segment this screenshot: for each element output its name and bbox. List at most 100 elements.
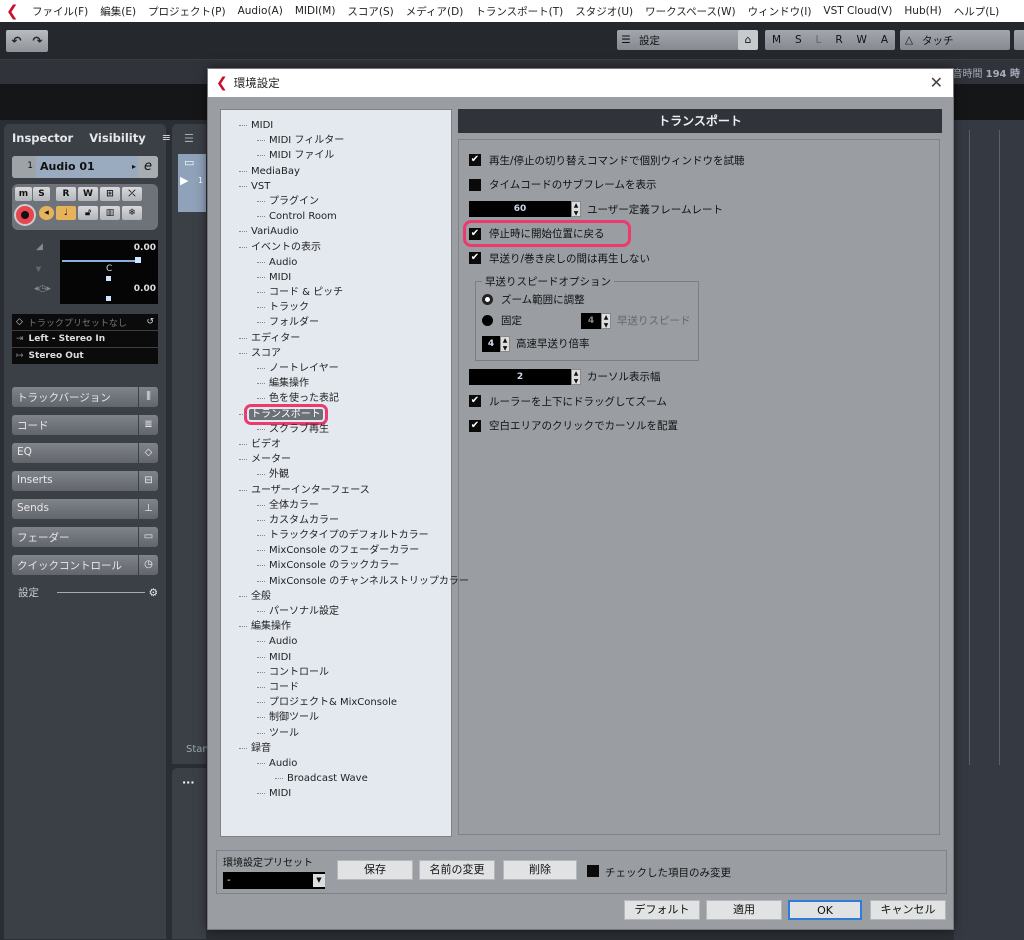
read-automation-button[interactable]: R xyxy=(56,187,76,201)
tree-item[interactable]: ツール xyxy=(221,726,451,741)
output-routing-field[interactable]: ↦ Stereo Out xyxy=(12,348,158,365)
menu-project[interactable]: プロジェクト(P) xyxy=(148,4,226,19)
menu-file[interactable]: ファイル(F) xyxy=(32,4,88,19)
tree-item[interactable]: 全般 xyxy=(221,589,451,604)
track-header[interactable]: 1 Audio 01 ▸ e xyxy=(12,156,158,178)
option-no-play-while-wind[interactable]: ✔ 早送り/巻き戻しの間は再生しない xyxy=(469,246,929,271)
lanes-icon[interactable]: ▥ xyxy=(100,206,120,220)
preset-select[interactable]: - ▼ xyxy=(223,872,325,889)
tree-item[interactable]: MIDI xyxy=(221,786,451,801)
edit-channel-button[interactable]: e xyxy=(138,156,158,178)
spin-value[interactable]: 4 xyxy=(581,312,601,329)
tree-item[interactable]: コード & ピッチ xyxy=(221,285,451,300)
track-preset-field[interactable]: ◇ トラックプリセットなし ↺ xyxy=(12,314,158,331)
volume-value[interactable]: 0.00 xyxy=(134,243,156,253)
tree-item[interactable]: Audio xyxy=(221,255,451,270)
tree-item[interactable]: MixConsole のチャンネルストリップカラー xyxy=(221,574,469,589)
option-playback-toggle-audition[interactable]: ✔ 再生/停止の切り替えコマンドで個別ウィンドウを試聴 xyxy=(469,148,929,173)
tree-item[interactable]: カスタムカラー xyxy=(221,513,451,528)
apply-button[interactable]: 適用 xyxy=(706,900,782,920)
bypass-icon[interactable]: ⤫ xyxy=(122,187,142,201)
reload-icon[interactable]: ↺ xyxy=(146,317,154,327)
spin-value[interactable]: 60 xyxy=(469,201,571,218)
tree-item[interactable]: VariAudio xyxy=(221,224,451,239)
tree-item[interactable]: イベントの表示 xyxy=(221,240,451,255)
delay-slider[interactable] xyxy=(106,296,111,301)
tree-item[interactable]: 制御ツール xyxy=(221,710,451,725)
checkbox-checked[interactable]: ✔ xyxy=(469,252,481,265)
menu-transport[interactable]: トランスポート(T) xyxy=(475,4,563,19)
volume-slider[interactable] xyxy=(62,257,141,263)
timebase-icon[interactable]: ♩ xyxy=(56,206,76,220)
read-all-button[interactable]: R xyxy=(835,34,842,46)
input-routing-field[interactable]: ⇥ Left - Stereo In xyxy=(12,331,158,348)
spin-value[interactable]: 2 xyxy=(469,368,571,385)
tree-item[interactable]: Audio xyxy=(221,634,451,649)
tree-item[interactable]: 編集操作 xyxy=(221,376,451,391)
section-eq[interactable]: EQ ◇ xyxy=(12,443,158,463)
tree-item[interactable]: スクラブ再生 xyxy=(221,422,451,437)
tree-item[interactable]: MIDI xyxy=(221,270,451,285)
spin-arrows-icon[interactable]: ▲ ▼ xyxy=(571,201,581,218)
section-sends[interactable]: Sends ⊥ xyxy=(12,499,158,519)
tree-item[interactable]: 編集操作 xyxy=(221,619,451,634)
tree-item[interactable]: 色を使った表記 xyxy=(221,391,451,406)
tree-item[interactable]: VST xyxy=(221,179,451,194)
default-button[interactable]: デフォルト xyxy=(624,900,700,920)
menu-edit[interactable]: 編集(E) xyxy=(100,4,136,19)
mute-button[interactable]: m xyxy=(15,187,32,201)
constrain-delay-button[interactable]: ⌂ xyxy=(738,30,758,50)
toolbar-overflow-button[interactable] xyxy=(1014,30,1024,50)
tree-item[interactable]: トラック xyxy=(221,300,451,315)
cursor-width-spinbox[interactable]: 2 ▲ ▼ xyxy=(469,368,581,385)
menu-window[interactable]: ウィンドウ(I) xyxy=(748,4,812,19)
folder-track[interactable]: ▭ ▶ 1 xyxy=(178,154,206,212)
section-fader[interactable]: フェーダー ▭ xyxy=(12,527,158,547)
only-checked-checkbox[interactable] xyxy=(587,865,599,877)
tab-inspector[interactable]: Inspector xyxy=(4,128,82,148)
pan-value[interactable]: C xyxy=(106,264,112,274)
option-adjust-to-zoom[interactable]: ズーム範囲に調整 xyxy=(482,290,692,310)
automation-mode-dropdown[interactable]: △ タッチ xyxy=(900,30,1010,50)
tree-item[interactable]: MixConsole のフェーダーカラー xyxy=(221,543,451,558)
fast-wind-spinbox[interactable]: 4 ▲ ▼ xyxy=(482,335,510,352)
tree-item[interactable]: フォルダー xyxy=(221,315,451,330)
checkbox-checked[interactable]: ✔ xyxy=(469,227,481,240)
tree-item[interactable]: MediaBay xyxy=(221,164,451,179)
edit-instrument-icon[interactable]: ⊞ xyxy=(100,187,120,201)
ok-button[interactable]: OK xyxy=(788,900,862,920)
spin-arrows-icon[interactable]: ▲ ▼ xyxy=(500,335,510,352)
option-fixed[interactable]: 固定 4 ▲ ▼ 早送りスピード xyxy=(482,310,692,332)
menu-studio[interactable]: スタジオ(U) xyxy=(575,4,633,19)
tree-item[interactable]: Control Room xyxy=(221,209,451,224)
freeze-icon[interactable]: ❄ xyxy=(122,206,142,220)
tree-item[interactable]: トラックタイプのデフォルトカラー xyxy=(221,528,451,543)
menu-audio[interactable]: Audio(A) xyxy=(238,5,283,17)
tree-item[interactable]: ビデオ xyxy=(221,437,451,452)
preset-save-button[interactable]: 保存 xyxy=(337,860,413,880)
tree-item[interactable]: 録音 xyxy=(221,741,451,756)
menu-workspace[interactable]: ワークスペース(W) xyxy=(645,4,736,19)
delay-value[interactable]: 0.00 xyxy=(134,284,156,294)
cancel-button[interactable]: キャンセル xyxy=(870,900,946,920)
checkbox-unchecked[interactable] xyxy=(469,178,481,191)
tree-item[interactable]: プロジェクト& MixConsole xyxy=(221,695,451,710)
menu-hub[interactable]: Hub(H) xyxy=(904,5,941,17)
menu-score[interactable]: スコア(S) xyxy=(347,4,393,19)
tree-item[interactable]: Audio xyxy=(221,756,451,771)
spin-arrows-icon[interactable]: ▲ ▼ xyxy=(571,368,581,385)
wind-speed-spinbox[interactable]: 4 ▲ ▼ xyxy=(581,312,611,329)
inspector-menu-icon[interactable]: ≡ xyxy=(162,131,171,148)
tree-item[interactable]: MIDI xyxy=(221,118,451,133)
menu-midi[interactable]: MIDI(M) xyxy=(295,5,336,17)
tree-item[interactable]: コントロール xyxy=(221,665,451,680)
track-name[interactable]: Audio 01 xyxy=(36,156,132,178)
tree-item[interactable]: 外観 xyxy=(221,467,451,482)
solo-button[interactable]: S xyxy=(33,187,50,201)
tree-item[interactable]: MIDI xyxy=(221,650,451,665)
mute-all-button[interactable]: M xyxy=(772,34,781,46)
write-automation-button[interactable]: W xyxy=(78,187,98,201)
pan-slider[interactable] xyxy=(106,276,111,281)
spin-value[interactable]: 4 xyxy=(482,335,500,352)
tab-visibility[interactable]: Visibility xyxy=(81,128,153,148)
